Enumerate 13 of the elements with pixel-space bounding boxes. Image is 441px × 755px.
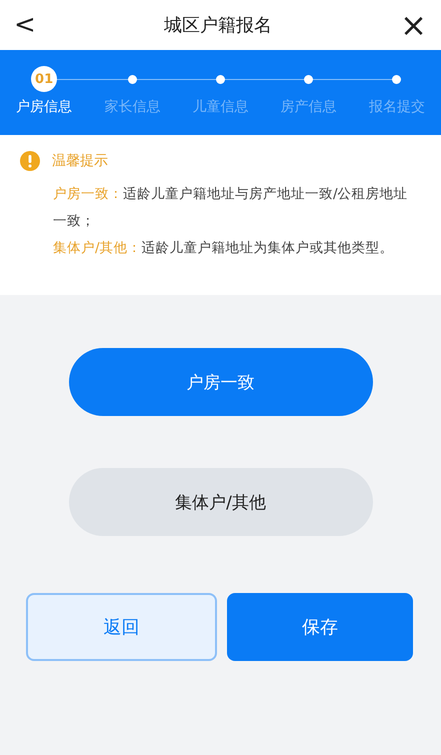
close-button[interactable]: ×: [400, 9, 427, 41]
step-number: 01: [31, 66, 58, 92]
back-button[interactable]: <: [14, 12, 36, 38]
option-button[interactable]: 集体户/其他: [68, 468, 372, 536]
notice-text: 集体户/其他：适龄儿童户籍地址为集体户或其他类型。: [53, 239, 395, 258]
step-label[interactable]: 户房信息: [16, 98, 72, 116]
option-button[interactable]: 户房一致: [68, 348, 372, 416]
notice-text: 户房一致：适龄儿童户籍地址与房产地址一致/公租房地址一致；: [53, 185, 409, 231]
notice-title: 温馨提示: [52, 152, 108, 170]
back-button[interactable]: 返回: [26, 593, 216, 661]
save-button[interactable]: 保存: [226, 593, 413, 661]
page-title: 城区户籍报名: [164, 14, 272, 37]
warning-icon: [20, 151, 40, 171]
